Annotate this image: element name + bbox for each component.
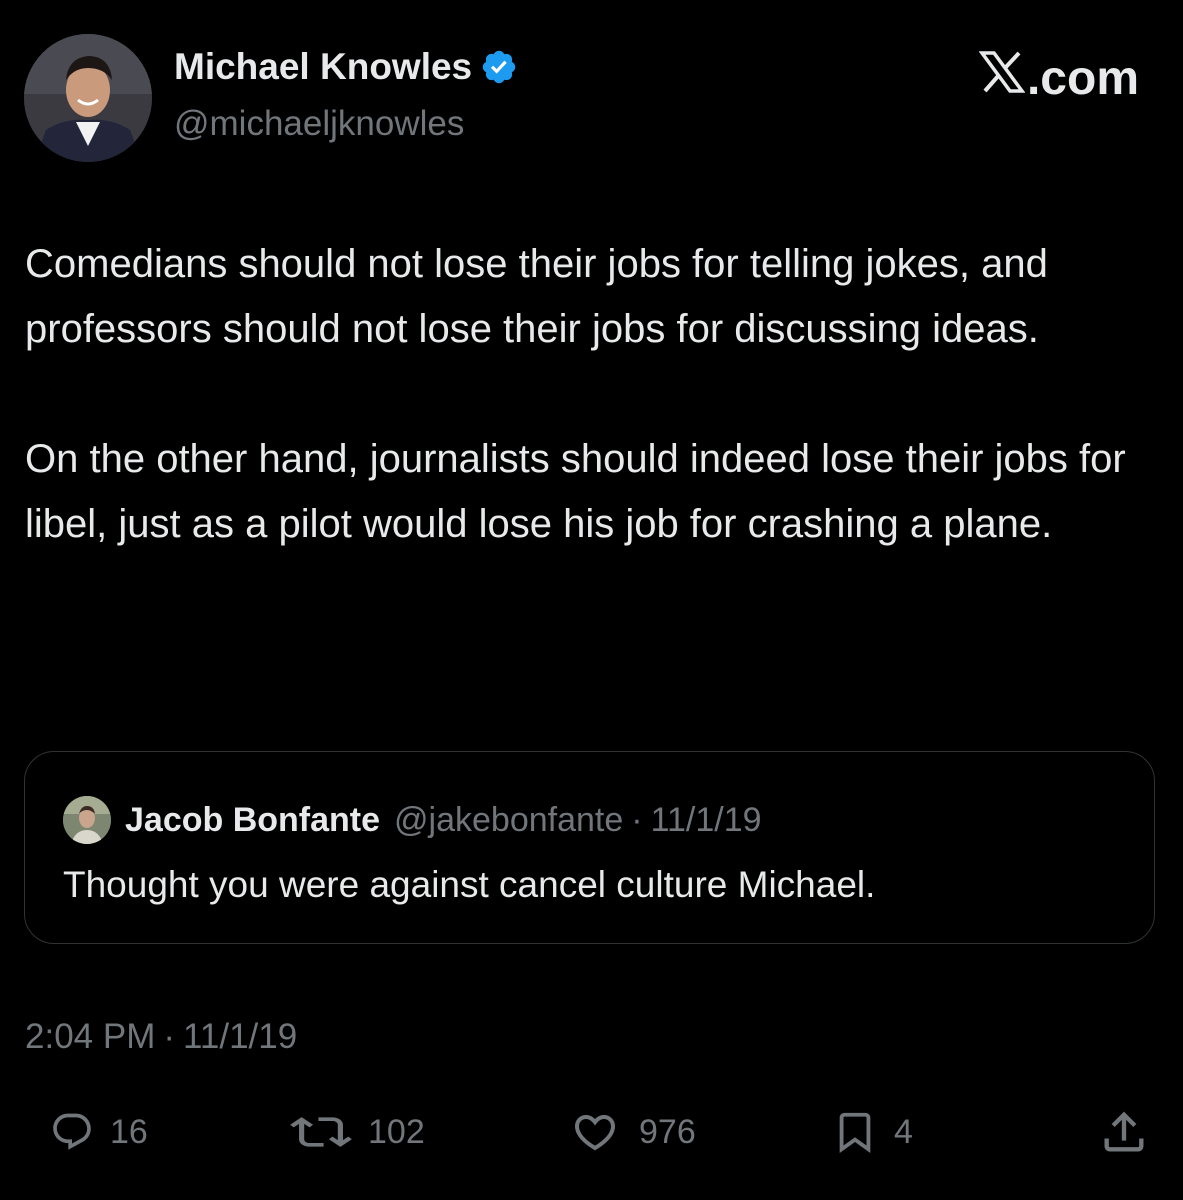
reply-icon xyxy=(50,1110,94,1154)
quoted-tweet-date[interactable]: 11/1/19 xyxy=(651,801,762,840)
tweet-card: Michael Knowles @michaeljknowles .com Co… xyxy=(0,0,1183,1200)
tweet-paragraph: Comedians should not lose their jobs for… xyxy=(25,242,1048,351)
site-logo: .com xyxy=(978,50,1139,106)
repost-button[interactable]: 102 xyxy=(290,1100,425,1164)
author-handle[interactable]: @michaeljknowles xyxy=(174,104,464,144)
action-bar: 16 102 976 4 xyxy=(0,1100,1183,1164)
tweet-paragraph: On the other hand, journalists should in… xyxy=(25,437,1126,546)
repost-icon xyxy=(290,1110,352,1154)
reply-count: 16 xyxy=(110,1112,148,1151)
like-count: 976 xyxy=(639,1112,696,1151)
quoted-tweet-header: Jacob Bonfante @jakebonfante · 11/1/19 xyxy=(63,796,762,844)
author-name-text[interactable]: Michael Knowles xyxy=(174,46,472,88)
share-button[interactable] xyxy=(1098,1100,1150,1164)
bookmark-button[interactable]: 4 xyxy=(832,1100,913,1164)
bookmark-count: 4 xyxy=(894,1112,913,1151)
tweet-timestamp[interactable]: 2:04 PM · 11/1/19 xyxy=(25,1017,297,1057)
author-avatar[interactable] xyxy=(24,34,152,162)
quoted-tweet[interactable]: Jacob Bonfante @jakebonfante · 11/1/19 T… xyxy=(24,751,1155,944)
like-button[interactable]: 976 xyxy=(567,1100,696,1164)
site-domain-text: .com xyxy=(1026,51,1139,105)
bookmark-icon xyxy=(832,1108,878,1156)
separator-dot: · xyxy=(163,1017,176,1056)
tweet-text: Comedians should not lose their jobs for… xyxy=(25,232,1145,557)
x-logo-icon xyxy=(978,50,1027,106)
timestamp-date: 11/1/19 xyxy=(183,1017,298,1056)
timestamp-time: 2:04 PM xyxy=(25,1017,156,1056)
reply-button[interactable]: 16 xyxy=(50,1100,148,1164)
heart-icon xyxy=(567,1108,623,1156)
share-icon xyxy=(1098,1106,1150,1158)
quoted-author-handle[interactable]: @jakebonfante xyxy=(394,801,623,840)
quoted-author-avatar[interactable] xyxy=(63,796,111,844)
separator-dot: · xyxy=(631,800,643,839)
quoted-tweet-text: Thought you were against cancel culture … xyxy=(63,864,876,905)
repost-count: 102 xyxy=(368,1112,425,1151)
verified-badge-icon xyxy=(480,48,518,86)
author-name[interactable]: Michael Knowles xyxy=(174,46,518,88)
quoted-author-name[interactable]: Jacob Bonfante xyxy=(125,801,380,840)
